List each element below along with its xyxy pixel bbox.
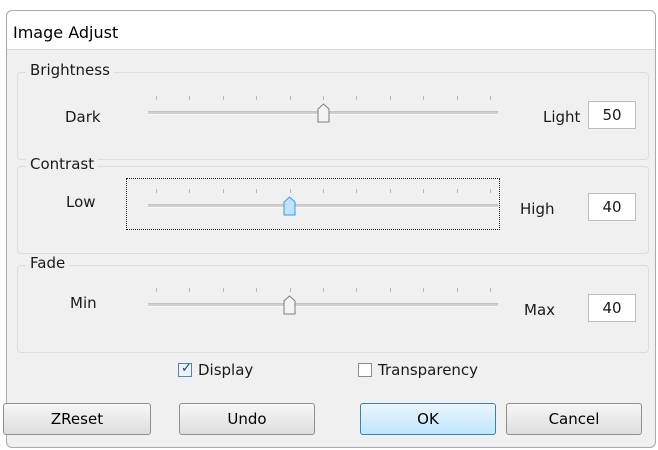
brightness-slider[interactable] bbox=[148, 90, 498, 130]
slider-tick bbox=[289, 189, 291, 193]
slider-tick bbox=[490, 96, 491, 100]
display-label: Display bbox=[198, 361, 254, 379]
image-adjust-dialog: Image Adjust Brightness Dark Light 50 Co… bbox=[3, 10, 656, 448]
slider-tick bbox=[423, 288, 425, 292]
window-title: Image Adjust bbox=[13, 23, 119, 42]
brightness-min-label: Dark bbox=[65, 108, 101, 126]
slider-tick bbox=[456, 96, 458, 100]
contrast-value-field[interactable]: 40 bbox=[588, 193, 636, 221]
slider-tick bbox=[490, 189, 491, 193]
slider-thumb-shape bbox=[283, 295, 296, 315]
slider-tick bbox=[256, 288, 258, 292]
contrast-slider-thumb[interactable] bbox=[283, 196, 296, 216]
slider-tick bbox=[356, 189, 358, 193]
fade-slider[interactable] bbox=[148, 282, 498, 322]
slider-tick bbox=[189, 288, 191, 292]
slider-tick bbox=[189, 96, 191, 100]
slider-tick bbox=[256, 189, 258, 193]
fade-group: Fade Min Max 40 bbox=[17, 254, 649, 353]
slider-tick bbox=[156, 288, 157, 292]
fade-group-title: Fade bbox=[26, 254, 70, 272]
ok-button[interactable]: OK bbox=[360, 403, 496, 435]
cancel-button[interactable]: Cancel bbox=[506, 403, 642, 435]
slider-tick bbox=[423, 96, 425, 100]
slider-tick bbox=[189, 189, 191, 193]
contrast-min-label: Low bbox=[66, 193, 96, 211]
slider-tick bbox=[389, 96, 391, 100]
slider-tick bbox=[222, 189, 224, 193]
fade-max-label: Max bbox=[524, 301, 556, 319]
title-bar: Image Adjust bbox=[7, 11, 655, 50]
slider-tick bbox=[356, 288, 358, 292]
transparency-checkbox[interactable] bbox=[358, 363, 372, 377]
slider-tick bbox=[389, 189, 391, 193]
slider-tick bbox=[490, 288, 491, 292]
slider-tick bbox=[156, 96, 157, 100]
fade-value-field[interactable]: 40 bbox=[588, 294, 636, 322]
display-checkbox[interactable]: ✓ bbox=[178, 361, 192, 377]
slider-tick bbox=[289, 96, 291, 100]
slider-thumb-shape bbox=[283, 196, 296, 216]
contrast-group: Contrast Low High 40 bbox=[17, 155, 649, 254]
fade-min-label: Min bbox=[70, 294, 97, 312]
undo-button[interactable]: Undo bbox=[179, 403, 315, 435]
brightness-group-title: Brightness bbox=[26, 61, 114, 79]
contrast-group-title: Contrast bbox=[26, 155, 99, 173]
slider-tick bbox=[323, 288, 324, 292]
slider-tick bbox=[356, 96, 358, 100]
slider-tick bbox=[456, 189, 458, 193]
brightness-group: Brightness Dark Light 50 bbox=[17, 61, 649, 160]
contrast-max-label: High bbox=[520, 200, 555, 218]
slider-tick bbox=[323, 189, 324, 193]
brightness-value-field[interactable]: 50 bbox=[588, 101, 636, 129]
checkmark-icon: ✓ bbox=[181, 361, 192, 376]
slider-tick bbox=[256, 96, 258, 100]
brightness-max-label: Light bbox=[543, 108, 581, 126]
slider-tick bbox=[389, 288, 391, 292]
fade-slider-track bbox=[148, 303, 498, 307]
display-option[interactable]: ✓ Display bbox=[178, 361, 253, 379]
slider-thumb-shape bbox=[317, 103, 329, 123]
slider-tick bbox=[323, 96, 324, 100]
slider-tick bbox=[289, 288, 291, 292]
transparency-label: Transparency bbox=[378, 361, 479, 379]
contrast-slider-track bbox=[148, 204, 498, 208]
fade-slider-thumb[interactable] bbox=[283, 295, 296, 315]
contrast-slider[interactable] bbox=[148, 183, 498, 223]
zreset-button[interactable]: ZReset bbox=[3, 403, 151, 435]
slider-tick bbox=[456, 288, 458, 292]
slider-tick bbox=[222, 96, 224, 100]
brightness-slider-thumb[interactable] bbox=[317, 103, 330, 123]
transparency-option[interactable]: Transparency bbox=[358, 361, 478, 379]
slider-tick bbox=[156, 189, 157, 193]
slider-tick bbox=[222, 288, 224, 292]
slider-tick bbox=[423, 189, 425, 193]
